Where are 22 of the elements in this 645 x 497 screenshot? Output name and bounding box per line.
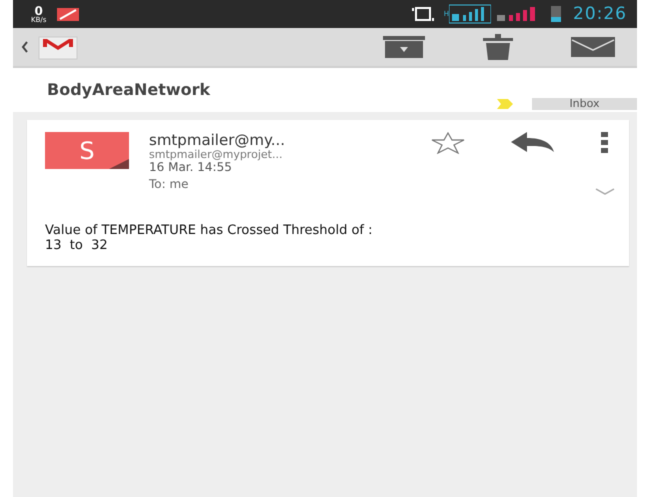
archive-icon[interactable] — [383, 36, 425, 58]
important-marker-icon[interactable] — [496, 98, 514, 110]
speed-value: 0 — [34, 4, 43, 16]
trash-icon[interactable] — [483, 34, 513, 60]
clock: 20:26 — [573, 4, 627, 24]
battery-icon — [549, 4, 563, 24]
screen-icon — [412, 5, 436, 23]
mail-icon[interactable] — [571, 37, 615, 57]
back-icon[interactable] — [21, 40, 29, 54]
sender-address: smtpmailer@myprojet... — [149, 148, 282, 161]
conversation-subject: BodyAreaNetwork — [47, 80, 210, 99]
message-body: Value of TEMPERATURE has Crossed Threshold of : 13 to 32 — [45, 224, 374, 254]
star-icon[interactable] — [431, 132, 465, 154]
recipient-text: To: me — [149, 178, 190, 191]
label-tag[interactable]: Inbox — [532, 98, 637, 110]
sender-avatar: S — [45, 132, 129, 169]
message-date: 16 Mar. 14:55 — [149, 160, 232, 174]
more-icon[interactable] — [601, 132, 609, 154]
signal-icon — [449, 4, 491, 24]
reply-icon[interactable] — [511, 132, 555, 154]
sim-icon — [56, 6, 80, 22]
sender-name: smtpmailer@my... — [149, 132, 286, 148]
